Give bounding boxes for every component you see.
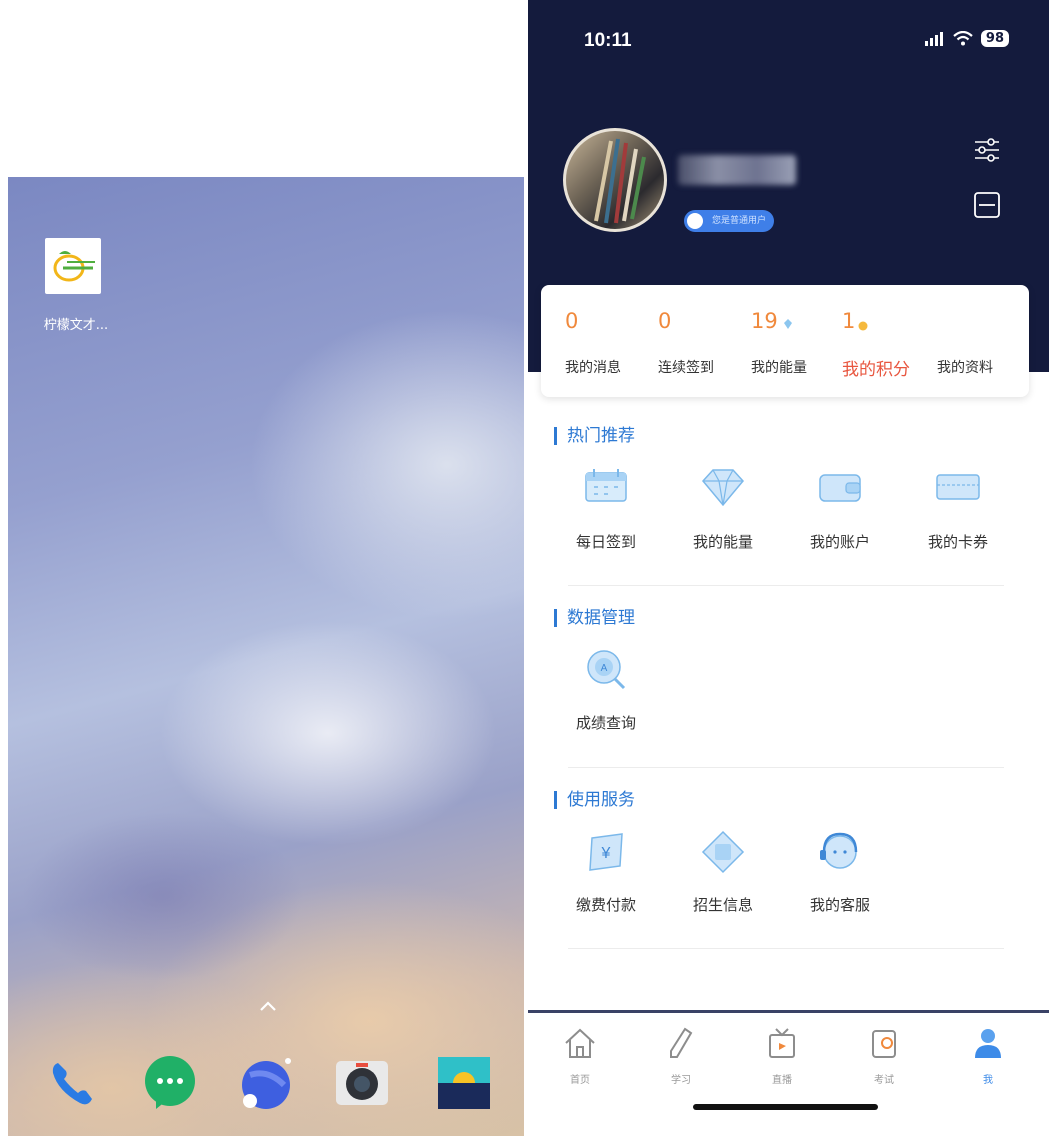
tile-label: 我的账户 [809,533,870,551]
signal-icon [924,31,943,46]
section-title-hot: 热门推荐 [554,427,635,445]
divider [568,948,1004,949]
stat-label: 我的能量 [751,360,807,376]
tile-label: 每日签到 [575,533,636,551]
phone-icon[interactable] [44,1055,100,1111]
app-label[interactable]: 柠檬文才... [26,314,126,333]
browser-icon[interactable] [238,1055,294,1111]
battery-level: 98 [980,30,1009,47]
tab-live[interactable]: 直播 [742,1021,822,1091]
calendar-icon [585,469,627,502]
tile-my-coupons[interactable]: 我的卡券 [903,467,1013,577]
home-indicator[interactable] [693,1104,878,1110]
avatar[interactable] [563,128,667,232]
stat-materials[interactable]: 我的资料 [925,285,1025,397]
tile-daily-checkin[interactable]: 每日签到 [551,467,661,577]
avatar-image [594,138,646,224]
stat-label: 我的积分 [842,360,910,380]
tile-label: 成绩查询 [575,714,636,732]
tab-study[interactable]: 学习 [641,1021,721,1091]
tile-my-account[interactable]: 我的账户 [785,467,895,577]
stat-value: 1 [842,309,856,333]
tab-label: 考试 [874,1075,894,1086]
scan-icon[interactable] [971,189,1003,221]
wallet-icon [819,474,861,502]
coin-icon [858,321,868,331]
badge-label: 您是普通用户 [712,216,767,226]
tile-my-energy[interactable]: 我的能量 [668,467,778,577]
coupon-icon [936,474,980,500]
stat-energy[interactable]: 19 我的能量 [739,285,829,397]
lemon-app-icon[interactable] [45,238,101,294]
stat-label: 连续签到 [658,360,714,376]
android-home-screen: 柠檬文才... [8,177,524,1136]
divider [568,767,1004,768]
gallery-icon[interactable] [436,1055,492,1111]
tile-score-query[interactable]: A 成绩查询 [551,648,661,758]
stats-card: 0 我的消息 0 连续签到 19 我的能量 1 我的积分 我的资料 [541,285,1029,397]
stat-value: 0 [658,309,672,333]
stat-messages[interactable]: 0 我的消息 [553,285,643,397]
tab-exam[interactable]: 考试 [844,1021,924,1091]
status-time: 10:11 [584,30,632,51]
user-icon [975,1029,1001,1058]
stat-checkin-streak[interactable]: 0 连续签到 [646,285,736,397]
stat-points[interactable]: 1 我的积分 [830,285,930,397]
app-profile-screen: 10:11 98 您是普通用户 0 我的消息 0 连续签到 19 我的能量 1 … [528,0,1049,1136]
tile-label: 缴费付款 [575,896,636,914]
wifi-icon [953,31,973,46]
tab-home[interactable]: 首页 [540,1021,620,1091]
stat-label: 我的资料 [937,360,993,376]
admissions-tag-icon [701,830,745,874]
tile-label: 我的卡券 [927,533,988,551]
diamond-icon [784,319,792,329]
stat-value: 0 [565,309,579,333]
user-level-badge[interactable]: 您是普通用户 [684,210,775,232]
divider [568,585,1004,586]
stat-value: 19 [751,309,778,333]
tile-admissions[interactable]: 招生信息 [668,830,778,940]
svg-text:¥: ¥ [601,845,611,862]
search-score-icon: A [587,650,626,690]
diamond-icon [702,469,744,507]
pen-icon [670,1027,693,1058]
status-indicators: 98 [924,30,1009,47]
tile-label: 我的能量 [692,533,753,551]
headset-icon [820,832,858,869]
svg-text:A: A [601,663,608,674]
tab-label: 我 [983,1075,993,1086]
tab-me[interactable]: 我 [948,1021,1028,1091]
chevron-up-icon[interactable] [258,999,278,1013]
bottom-tab-bar: 首页 学习 直播 考试 我 [528,1010,1049,1136]
tab-label: 学习 [671,1075,691,1086]
tile-customer-service[interactable]: 我的客服 [785,830,895,940]
badge-icon [687,213,703,229]
username-blurred [678,155,796,185]
camera-icon[interactable] [334,1055,390,1111]
section-title-data: 数据管理 [554,609,635,627]
stat-label: 我的消息 [565,360,621,376]
tab-label: 首页 [570,1075,590,1086]
home-icon [565,1028,595,1058]
tile-payment[interactable]: ¥ 缴费付款 [551,830,661,940]
messages-icon[interactable] [142,1055,198,1111]
tv-icon [769,1028,795,1058]
section-title-services: 使用服务 [554,791,635,809]
settings-sliders-icon[interactable] [971,134,1003,166]
yuan-ticket-icon: ¥ [589,833,623,871]
tile-label: 我的客服 [809,896,870,914]
exam-icon [872,1030,896,1058]
tile-label: 招生信息 [692,896,753,914]
tab-label: 直播 [772,1075,792,1086]
